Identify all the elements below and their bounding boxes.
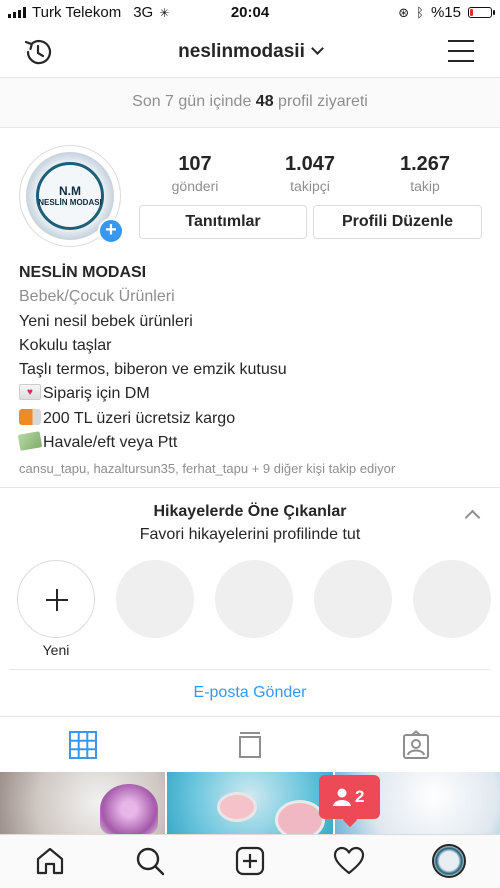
bottom-nav (0, 834, 500, 888)
bio-line: 200 TL üzeri ücretsiz kargo (19, 407, 489, 431)
edit-profile-button[interactable]: Profili Düzenle (313, 205, 482, 239)
visits-prefix: Son 7 gün içinde (132, 93, 252, 110)
battery-icon (468, 7, 495, 18)
love-letter-emoji-icon: ♥ (19, 384, 41, 401)
highlight-placeholder (116, 560, 194, 638)
money-emoji-icon (17, 431, 43, 451)
bio-line-text: Sipariş için DM (43, 385, 150, 403)
avatar[interactable]: N.M NESLİN MODASI + (19, 145, 124, 247)
bio-line: Havale/eft veya Ptt (17, 431, 489, 455)
bio-line: Kokulu taşlar (19, 336, 112, 354)
stat-followers[interactable]: 1.047 takipçi (255, 153, 365, 194)
post-thumbnail[interactable] (167, 772, 333, 834)
orientation-lock-icon: ⊛ (398, 4, 410, 20)
status-bar: Turk Telekom 3G ✳ 20:04 ⊛ ᛒ %15 (0, 0, 500, 26)
follow-request-count: 2 (355, 787, 365, 806)
activity-heart-icon[interactable] (333, 845, 365, 877)
menu-icon[interactable] (448, 40, 474, 62)
stat-value: 1.267 (399, 153, 451, 175)
email-button[interactable]: E-posta Gönder (0, 684, 500, 702)
person-icon (333, 788, 351, 806)
promotions-button[interactable]: Tanıtımlar (139, 205, 307, 239)
chevron-down-icon (310, 42, 324, 55)
highlight-placeholder (215, 560, 293, 638)
new-highlight-label: Yeni (42, 642, 70, 658)
stat-label: takip (410, 178, 440, 194)
truck-emoji-icon (19, 408, 41, 425)
stat-following[interactable]: 1.267 takip (370, 153, 480, 194)
username: neslinmodasii (178, 41, 305, 62)
bluetooth-icon: ᛒ (416, 5, 424, 20)
highlights-subtitle: Favori hikayelerini profilinde tut (139, 526, 361, 543)
follow-request-badge[interactable]: 2 (319, 775, 380, 828)
highlight-placeholder (413, 560, 491, 638)
grid-icon[interactable] (68, 730, 98, 760)
stat-posts[interactable]: 107 gönderi (140, 153, 250, 194)
profile-avatar-icon[interactable] (432, 844, 466, 878)
stat-value: 107 (178, 153, 212, 175)
avatar-logo-subtext: NESLİN MODASI (38, 198, 102, 207)
visits-count: 48 (255, 93, 274, 110)
divider (0, 716, 500, 717)
profile-visits-banner[interactable]: Son 7 gün içinde 48 profil ziyareti (0, 78, 500, 128)
bio-line: Yeni nesil bebek ürünleri (19, 312, 193, 330)
new-post-icon[interactable] (234, 845, 266, 877)
profile-name: NESLİN MODASI (19, 264, 147, 281)
stat-label: gönderi (171, 178, 219, 194)
followed-by[interactable]: cansu_tapu, hazaltursun35, ferhat_tapu +… (19, 457, 489, 481)
feed-list-icon[interactable] (235, 730, 265, 760)
highlights-title: Hikayelerde Öne Çıkanlar (153, 503, 347, 520)
highlight-placeholder (314, 560, 392, 638)
home-icon[interactable] (34, 845, 66, 877)
tagged-icon[interactable] (401, 730, 431, 760)
bio-line: Taşlı termos, biberon ve emzik kutusu (19, 361, 287, 379)
visits-suffix: profil ziyareti (278, 93, 368, 110)
divider (0, 487, 500, 488)
stat-value: 1.047 (284, 153, 336, 175)
account-switcher[interactable]: neslinmodasii (0, 41, 500, 63)
profile-header: neslinmodasii (0, 26, 500, 78)
divider (10, 669, 490, 670)
bio: NESLİN MODASI Bebek/Çocuk Ürünleri Yeni … (17, 261, 489, 482)
profile-category[interactable]: Bebek/Çocuk Ürünleri (19, 285, 489, 309)
bio-line-text: 200 TL üzeri ücretsiz kargo (43, 409, 236, 427)
battery-percent: %15 (430, 4, 461, 21)
stat-label: takipçi (290, 178, 330, 194)
bio-line-text: Havale/eft veya Ptt (43, 434, 178, 452)
post-thumbnail[interactable] (0, 772, 165, 834)
add-story-icon[interactable]: + (98, 218, 124, 244)
new-highlight-button[interactable] (17, 560, 95, 638)
bio-line: ♥ Sipariş için DM (19, 382, 489, 406)
avatar-logo-text: N.M (59, 184, 81, 198)
search-icon[interactable] (134, 845, 166, 877)
